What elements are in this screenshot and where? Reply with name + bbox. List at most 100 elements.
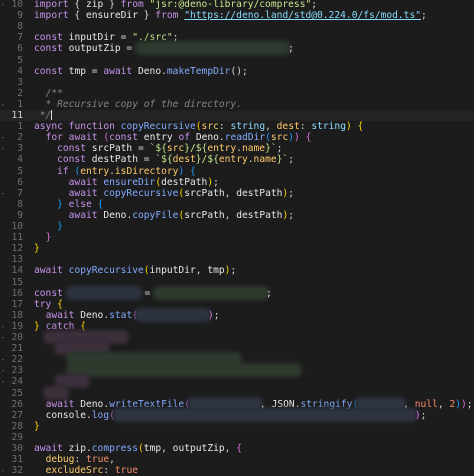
code-line[interactable]: 25	[0, 388, 474, 399]
code-line[interactable]: -20	[0, 332, 474, 343]
code-line[interactable]: 8 } else {	[0, 199, 474, 210]
token: await	[34, 443, 63, 454]
token: try	[34, 298, 52, 310]
token: srcPath	[184, 187, 225, 199]
token: const	[109, 132, 139, 144]
code-line[interactable]: 7 const inputDir = "./src";	[0, 32, 474, 43]
code-line[interactable]: 16 const = ;	[0, 288, 474, 299]
code-text: await Deno.stat();	[34, 310, 220, 321]
token: /**	[45, 87, 63, 99]
code-line[interactable]: 15	[0, 277, 474, 288]
code-line[interactable]: 9 import { ensureDir } from "https://deno…	[0, 10, 474, 21]
token: */	[34, 110, 52, 121]
punctuation	[34, 332, 46, 343]
code-text: }	[34, 221, 63, 232]
line-number: 2	[17, 132, 23, 144]
code-line[interactable]: 14 await copyRecursive(inputDir, tmp);	[0, 265, 474, 276]
punctuation: =	[86, 65, 104, 77]
token: await	[45, 398, 75, 410]
code-line[interactable]: 18 await Deno.stat();	[0, 310, 474, 321]
code-line[interactable]: 3	[0, 77, 474, 88]
token: inputDir	[149, 265, 196, 277]
punctuation	[34, 388, 46, 399]
punctuation	[34, 188, 69, 199]
code-line[interactable]: -23	[0, 365, 474, 376]
token: name	[241, 143, 266, 155]
code-line[interactable]: -24	[0, 376, 474, 387]
code-line[interactable]: -2 for await (const entry of Deno.readDi…	[0, 132, 474, 143]
punctuation: {	[57, 298, 63, 310]
code-text	[34, 332, 126, 343]
code-line[interactable]: 31 debug: true,	[0, 454, 474, 465]
token: const	[34, 287, 63, 299]
punctuation: {	[236, 443, 242, 454]
line-number: 19	[11, 320, 23, 332]
token: import	[34, 0, 69, 10]
code-line[interactable]: 6 const outputZip = ;	[0, 43, 474, 54]
token: function	[68, 121, 115, 133]
code-line[interactable]: 30 await zip.compress(tmp, outputZip, {	[0, 443, 474, 454]
code-line[interactable]: -10 import { zip } from "jsr:@deno-librar…	[0, 0, 474, 10]
code-line[interactable]: 5 if (entry.isDirectory) {	[0, 166, 474, 177]
punctuation: ;	[213, 309, 220, 321]
code-line[interactable]: -19} catch {	[0, 321, 474, 332]
code-line[interactable]: 27 console.log();	[0, 410, 474, 421]
code-line[interactable]: -22	[0, 354, 474, 365]
code-text: const outputZip = ;	[34, 43, 294, 54]
token: srcPath	[184, 209, 225, 221]
code-line[interactable]: 12}	[0, 243, 474, 254]
code-line[interactable]: -1 * Recursive copy of the directory.	[0, 99, 474, 110]
token: debug	[45, 454, 75, 466]
code-line[interactable]: -7 await copyRecursive(srcPath, destPath…	[0, 188, 474, 199]
code-editor[interactable]: -10 import { zip } from "jsr:@deno-librar…	[0, 0, 474, 476]
code-line[interactable]: 26 await Deno.writeTextFile(, JSON.strin…	[0, 399, 474, 410]
code-line[interactable]: 9 await Deno.copyFile(srcPath, destPath)…	[0, 210, 474, 221]
token: copyRecursive	[68, 265, 144, 277]
redacted-text	[137, 44, 288, 53]
code-line[interactable]: 8	[0, 21, 474, 32]
code-line[interactable]: 13	[0, 254, 474, 265]
code-text	[34, 354, 239, 365]
token: makeTempDir	[166, 65, 231, 77]
line-number: 8	[17, 21, 23, 33]
line-number: 3	[17, 76, 23, 88]
token: "https://deno.land/std@0.224.0/fs/mod.ts…	[184, 10, 422, 22]
code-line[interactable]: 11 */	[0, 110, 474, 122]
code-line[interactable]: 2 /**	[0, 88, 474, 99]
token: from	[120, 0, 144, 10]
punctuation: }	[45, 232, 52, 244]
punctuation: {	[357, 121, 364, 133]
code-line[interactable]: 1 async function copyRecursive(src: strin…	[0, 121, 474, 132]
code-line[interactable]: 28}	[0, 421, 474, 432]
code-line[interactable]: 29	[0, 432, 474, 443]
token: log	[91, 409, 110, 421]
punctuation: }`	[276, 154, 289, 166]
code-line[interactable]: 21	[0, 343, 474, 354]
token: dest	[172, 154, 196, 166]
code-line[interactable]: 10 }	[0, 221, 474, 232]
code-line[interactable]: 4 const destPath = `${dest}/${entry.name…	[0, 154, 474, 165]
token: const	[57, 143, 86, 155]
punctuation: ,	[265, 121, 277, 133]
punctuation	[34, 354, 69, 365]
code-line[interactable]: 11 }	[0, 232, 474, 243]
token: destPath	[161, 176, 208, 188]
line-number: 2	[17, 87, 23, 99]
line-number: 11	[11, 110, 23, 121]
code-line[interactable]: -32 excludeSrc: true	[0, 465, 474, 476]
redacted-text	[45, 388, 66, 397]
token: copyRecursive	[103, 187, 179, 199]
code-text: } else {	[34, 199, 103, 210]
code-line[interactable]: 4 const tmp = await Deno.makeTempDir();	[0, 66, 474, 77]
redacted-text	[68, 366, 299, 375]
code-text: excludeSrc: true	[34, 465, 138, 476]
token: await	[45, 309, 75, 321]
punctuation: ;	[266, 287, 272, 299]
line-number: 5	[17, 54, 23, 66]
code-line[interactable]: 5	[0, 55, 474, 66]
code-line[interactable]: -3 const srcPath = `${src}/${entry.name}…	[0, 143, 474, 154]
token: Deno	[138, 65, 162, 77]
code-line[interactable]: 6 await ensureDir(destPath);	[0, 177, 474, 188]
code-line[interactable]: 17 try {	[0, 299, 474, 310]
line-number: 21	[11, 343, 23, 355]
